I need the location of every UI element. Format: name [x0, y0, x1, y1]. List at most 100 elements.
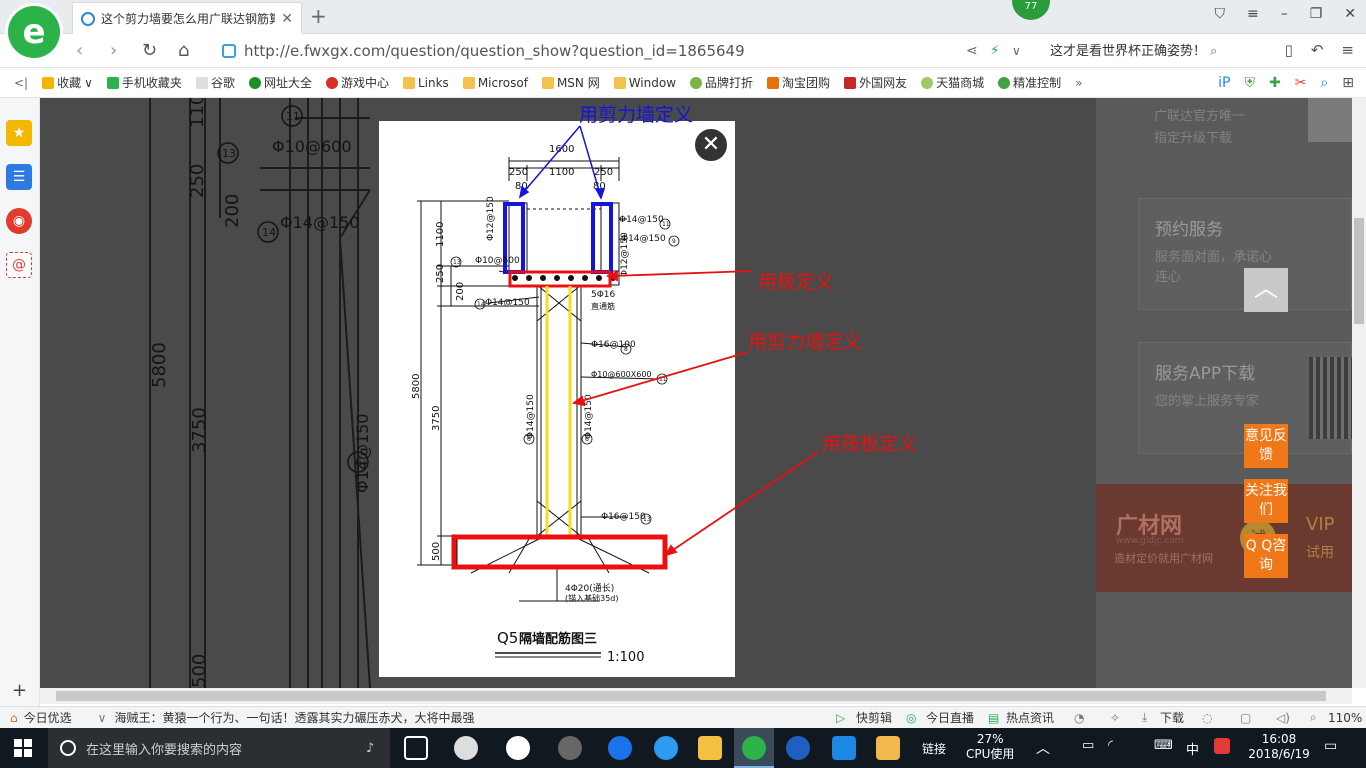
upgrade-arrow-icon[interactable]	[1308, 98, 1352, 142]
clean-icon[interactable]: ◌	[1202, 711, 1212, 725]
translate-icon[interactable]: ✚	[1269, 75, 1281, 91]
refresh-icon[interactable]: ↻	[142, 40, 157, 61]
news-headline[interactable]: 海贼王：黄猿一个行为、一句话！透露其实力碾压赤犬，大将中最强	[114, 709, 474, 726]
vertical-scrollbar[interactable]	[1352, 98, 1366, 688]
restore-icon[interactable]: ❐	[1310, 6, 1323, 22]
menu-icon[interactable]: ≡	[1247, 6, 1259, 22]
magnifier-icon[interactable]: ⌕	[1320, 75, 1328, 91]
fan-app-icon[interactable]	[454, 736, 478, 760]
home-icon[interactable]: ⌂	[178, 40, 189, 61]
pin-icon[interactable]: ✧	[1110, 711, 1120, 725]
clock[interactable]: 16:08 2018/6/19	[1244, 732, 1314, 762]
hot-news[interactable]: 热点资讯	[1006, 709, 1054, 726]
today-picks[interactable]: 今日优选	[24, 709, 72, 726]
sidebar-toggle-icon[interactable]: <|	[14, 76, 28, 90]
glodon-icon[interactable]	[786, 736, 810, 760]
browser-logo-icon[interactable]: e	[8, 6, 60, 58]
notes-app-icon[interactable]	[876, 736, 900, 760]
bookmark-item[interactable]: 品牌打折	[690, 74, 753, 91]
sogou-ime-icon[interactable]	[1214, 738, 1230, 754]
se-browser-icon[interactable]	[742, 736, 766, 760]
bookmark-item[interactable]: 淘宝团购	[767, 74, 830, 91]
qq-consult-button[interactable]: Q Q咨询	[1244, 534, 1288, 578]
bookmark-item[interactable]: 外国网友	[844, 74, 907, 91]
today-live[interactable]: 今日直播	[926, 709, 974, 726]
new-tab-icon[interactable]: +	[310, 4, 327, 28]
back-icon[interactable]: ‹	[76, 40, 83, 61]
grid-icon[interactable]: ⊞	[1342, 75, 1354, 91]
ie-browser-icon[interactable]	[506, 736, 530, 760]
share-icon[interactable]: ⋖	[966, 43, 978, 59]
shirt-skin-icon[interactable]: ⛉	[1214, 6, 1225, 22]
undo-icon[interactable]: ↶	[1311, 41, 1324, 59]
bookmark-item[interactable]: 精准控制	[998, 74, 1061, 91]
zoom-level[interactable]: 110%	[1328, 711, 1362, 725]
add-sidebar-icon[interactable]: +	[12, 680, 27, 701]
microphone-icon[interactable]: ♪	[366, 741, 374, 756]
favorites-star-icon[interactable]: ★	[6, 120, 32, 146]
phone-icon[interactable]: ▯	[1285, 41, 1293, 59]
url-text[interactable]: http://e.fwxgx.com/question/question_sho…	[244, 42, 745, 60]
reader-list-icon[interactable]: ☰	[6, 164, 32, 190]
horizontal-scrollbar[interactable]	[40, 688, 1352, 704]
tray-expand-icon[interactable]: ︿	[1036, 738, 1050, 758]
bookmark-item[interactable]: 游戏中心	[325, 74, 389, 91]
email-at-icon[interactable]: @	[6, 252, 32, 278]
close-window-icon[interactable]: ✕	[1344, 6, 1356, 22]
search-hint[interactable]: 这才是看世界杯正确姿势！	[1050, 44, 1206, 59]
download-label[interactable]: 下载	[1160, 709, 1184, 726]
lightning-icon[interactable]: ⚡	[990, 43, 1000, 59]
taskbar-search[interactable]: 在这里输入你要搜索的内容 ♪	[48, 728, 390, 768]
chevron-down-icon[interactable]: ∨	[1012, 44, 1021, 58]
bookmark-item[interactable]: 谷歌	[195, 74, 235, 91]
windows-start-icon[interactable]	[14, 739, 32, 757]
bookmark-item[interactable]: 手机收藏夹	[106, 74, 182, 91]
ime-mode[interactable]: 中	[1186, 739, 1199, 758]
bookmark-item[interactable]: 网址大全	[248, 74, 312, 91]
window-icon[interactable]: ▢	[1240, 711, 1251, 725]
file-explorer-icon[interactable]	[698, 736, 722, 760]
bookmark-item[interactable]: Window	[613, 76, 676, 90]
scroll-thumb[interactable]	[56, 691, 1326, 701]
active-app-slot[interactable]	[734, 728, 774, 768]
back-to-top-icon[interactable]: ︿	[1244, 268, 1288, 312]
search-box[interactable]: 这才是看世界杯正确姿势！ ⌕	[1050, 40, 1217, 59]
links-label[interactable]: 链接	[922, 740, 946, 757]
ie-icon[interactable]	[654, 736, 678, 760]
bookmark-item[interactable]: 收藏 ∨	[42, 74, 93, 91]
ip-icon[interactable]: iP	[1218, 75, 1230, 91]
360-browser-icon[interactable]	[558, 736, 582, 760]
plus-app-icon[interactable]	[832, 736, 856, 760]
edge-icon[interactable]	[608, 736, 632, 760]
address-bar[interactable]: http://e.fwxgx.com/question/question_sho…	[222, 38, 1032, 64]
taskbar-search-placeholder[interactable]: 在这里输入你要搜索的内容	[86, 739, 242, 758]
task-view-icon[interactable]	[404, 736, 428, 760]
follow-button[interactable]: 关注我们	[1244, 479, 1288, 523]
forward-icon[interactable]: ›	[110, 40, 117, 61]
keyboard-icon[interactable]: ⌨	[1154, 738, 1173, 753]
bookmark-item[interactable]: MSN 网	[541, 74, 600, 91]
bookmark-item[interactable]: 天猫商城	[921, 74, 984, 91]
scissors-icon[interactable]: ✂	[1295, 75, 1307, 91]
volume-icon[interactable]: ◁)	[1276, 711, 1290, 725]
tab-active[interactable]: 这个剪力墙要怎么用广联达钢筋算 ✕	[72, 2, 302, 34]
battery-icon[interactable]: ▭	[1082, 738, 1094, 753]
close-lightbox-button[interactable]: ✕	[693, 127, 729, 163]
more-icon[interactable]: ≡	[1341, 41, 1354, 59]
notification-center-icon[interactable]: ▭	[1324, 738, 1337, 754]
scroll-thumb[interactable]	[1354, 218, 1364, 324]
tab-close-icon[interactable]: ✕	[281, 11, 293, 27]
speed-icon[interactable]: ◔	[1074, 711, 1084, 725]
more-bookmarks-icon[interactable]: »	[1075, 76, 1082, 90]
guangcai-ad[interactable]: 广材网 www.gldjc.com 造材定价就用广材网 试 VIP 试用	[1096, 484, 1352, 592]
feedback-button[interactable]: 意见反馈	[1244, 424, 1288, 468]
search-icon[interactable]: ⌕	[1210, 44, 1217, 59]
weibo-icon[interactable]: ◉	[6, 208, 32, 234]
notification-badge[interactable]: 77	[1012, 0, 1050, 20]
bookmark-item[interactable]: Microsof	[462, 76, 528, 90]
quick-clip[interactable]: 快剪辑	[856, 709, 892, 726]
minimize-icon[interactable]: –	[1281, 6, 1288, 22]
cpu-usage[interactable]: 27% CPU使用	[966, 732, 1014, 762]
wifi-icon[interactable]: ◜	[1108, 738, 1113, 753]
shield-ext-icon[interactable]: ⛨	[1244, 75, 1255, 91]
